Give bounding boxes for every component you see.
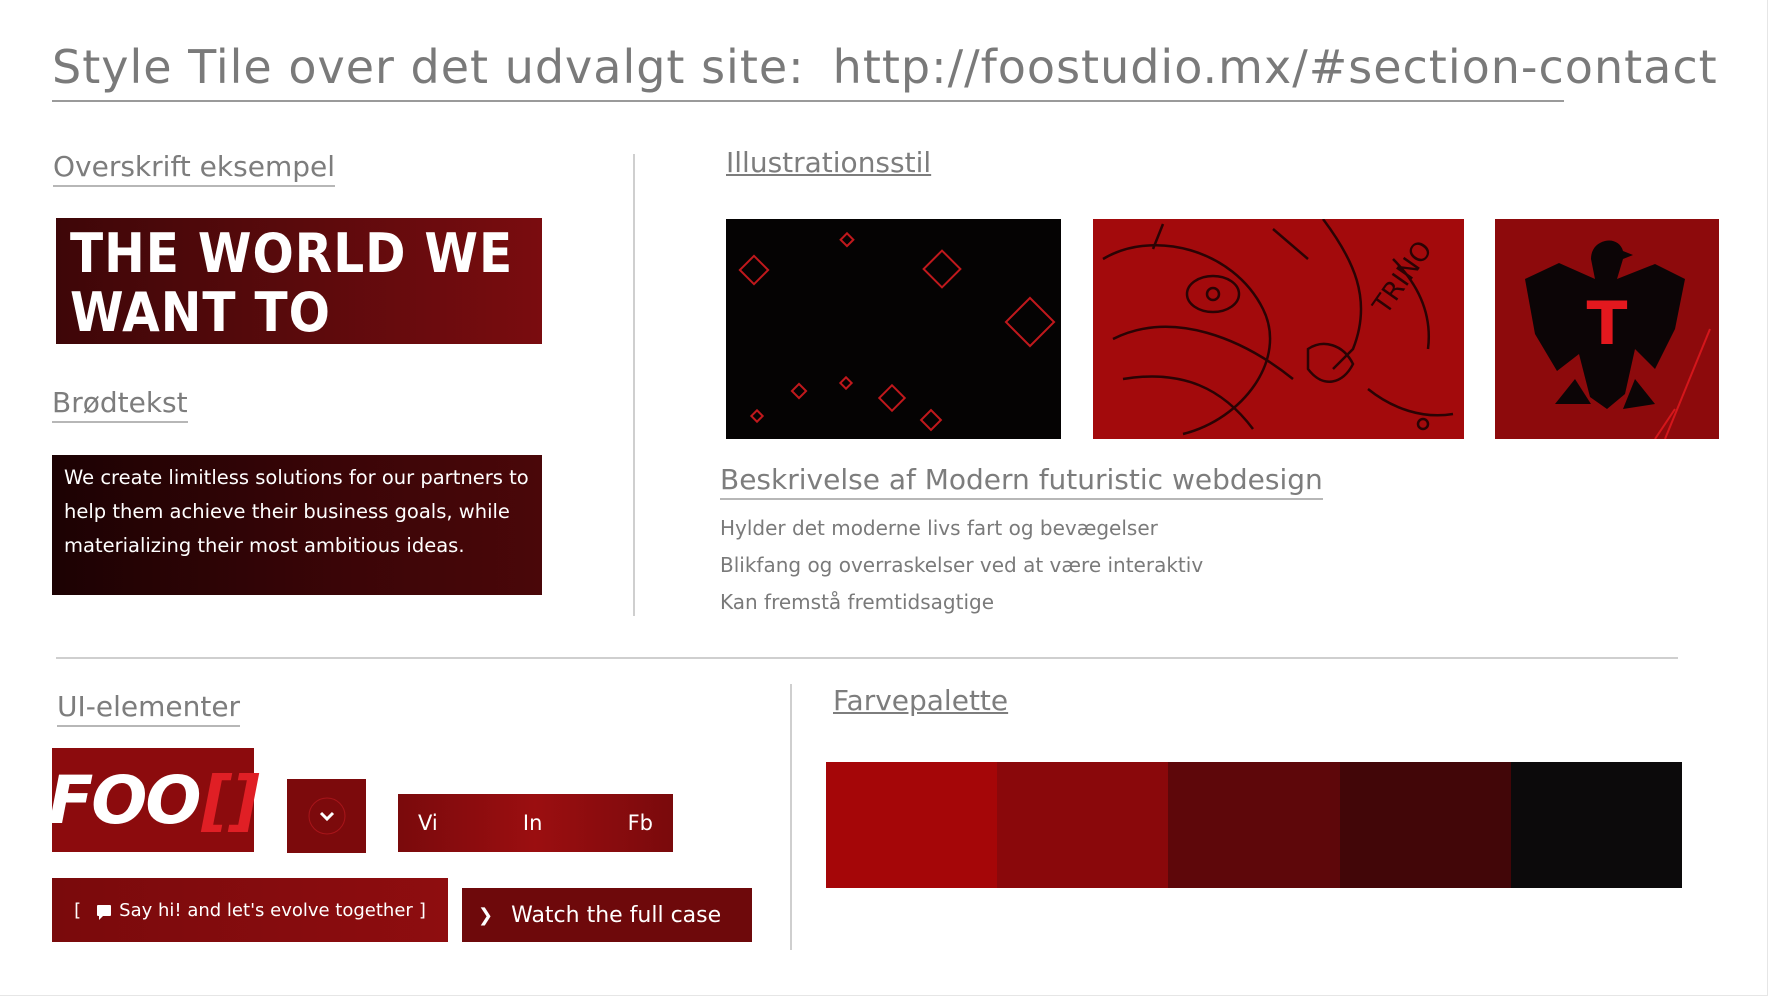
description-line-3: Kan fremstå fremtidsagtige: [720, 590, 995, 614]
color-swatch-5: [1510, 762, 1683, 888]
diamond-pattern-icon: [738, 231, 1056, 432]
top-vertical-divider: [633, 154, 635, 616]
horizontal-divider: [56, 657, 1678, 659]
social-link-instagram[interactable]: In: [523, 811, 543, 835]
page-title: Style Tile over det udvalgt site: http://…: [52, 40, 1718, 94]
illustration-section-heading: Illustrationsstil: [726, 146, 932, 179]
social-link-facebook[interactable]: Fb: [628, 811, 653, 835]
color-swatch-1: [826, 762, 998, 888]
foo-logo-bracket: []: [201, 761, 260, 839]
foo-logo-text: FOO: [48, 761, 201, 839]
social-links-bar: Vi In Fb: [398, 794, 673, 852]
page-title-prefix: Style Tile over det udvalgt site:: [52, 40, 805, 94]
body-section-heading: Brødtekst: [52, 386, 188, 423]
headline-section-heading: Overskrift eksempel: [53, 150, 335, 187]
eagle-letter: T: [1587, 289, 1628, 359]
eagle-icon: T: [1525, 240, 1711, 439]
palette-section-heading: Farvepalette: [833, 684, 1009, 717]
color-swatch-4: [1339, 762, 1511, 888]
say-hi-bracket-close: ]: [418, 899, 426, 921]
chevron-right-icon: ❯: [478, 904, 494, 926]
color-swatch-2: [997, 762, 1169, 888]
foo-logo[interactable]: FOO[]: [48, 748, 260, 852]
headline-sample: THE WORLD WE WANT TO STORY...: [56, 218, 542, 401]
description-heading: Beskrivelse af Modern futuristic webdesi…: [720, 463, 1323, 500]
chat-bubble-icon: [97, 904, 112, 920]
illustration-sketch: TRINO: [1093, 219, 1464, 439]
social-link-vimeo[interactable]: Vi: [418, 811, 438, 835]
say-hi-bracket-open: [: [74, 899, 82, 921]
body-text-sample: We create limitless solutions for our pa…: [52, 455, 542, 595]
chevron-down-button[interactable]: [287, 779, 366, 853]
say-hi-label: Say hi! and let's evolve together: [119, 899, 413, 921]
ui-section-heading: UI-elementer: [57, 690, 241, 727]
say-hi-button[interactable]: [ Say hi! and let's evolve together ]: [52, 878, 448, 942]
watch-case-label: Watch the full case: [511, 902, 722, 928]
description-line-1: Hylder det moderne livs fart og bevægels…: [720, 516, 1158, 540]
title-underline: [52, 100, 1564, 102]
page-title-url[interactable]: http://foostudio.mx/#section-contact: [833, 40, 1718, 94]
color-palette: [826, 762, 1683, 888]
sketch-text: TRINO: [1367, 236, 1439, 321]
watch-case-button[interactable]: ❯ Watch the full case: [462, 888, 752, 942]
illustration-diamonds: [726, 219, 1061, 439]
bottom-vertical-divider: [790, 684, 792, 950]
chevron-down-icon: [308, 797, 345, 835]
sketch-drawing-icon: TRINO: [1102, 219, 1454, 436]
illustration-eagle: T: [1495, 219, 1719, 439]
description-line-2: Blikfang og overraskelser ved at være in…: [720, 553, 1204, 577]
color-swatch-3: [1168, 762, 1340, 888]
